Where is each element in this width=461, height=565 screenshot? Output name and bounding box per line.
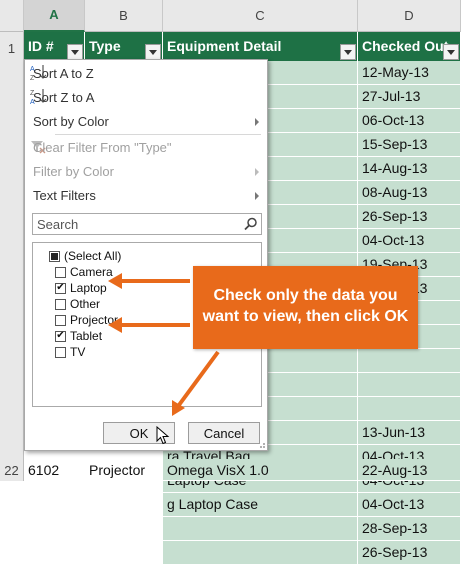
cell-text: 26-Sep-13	[362, 544, 428, 560]
cell-id[interactable]	[24, 517, 85, 541]
cell-detail[interactable]	[163, 517, 358, 541]
cell-text: 28-Sep-13	[362, 520, 428, 536]
annotation-arrows	[108, 273, 220, 416]
cell-id[interactable]	[24, 493, 85, 517]
arrow-to-ok	[177, 350, 220, 407]
cell-type[interactable]	[85, 541, 163, 565]
cell-text: g Laptop Case	[167, 496, 259, 512]
callout-line: want to view, then click OK	[202, 308, 409, 325]
cell-text: 04-Oct-13	[362, 496, 425, 512]
cell-id[interactable]	[24, 541, 85, 565]
cell-type[interactable]	[85, 493, 163, 517]
callout-line: Check only the data you	[213, 287, 398, 304]
cell-checked-out[interactable]: 28-Sep-13	[358, 517, 461, 541]
cell-type[interactable]	[85, 517, 163, 541]
cell-detail[interactable]	[163, 541, 358, 565]
arrow-to-tablet-head	[108, 317, 122, 333]
arrow-to-laptop-head	[108, 273, 122, 289]
cell-checked-out[interactable]: 26-Sep-13	[358, 541, 461, 565]
instruction-callout: Check only the data you want to view, th…	[193, 266, 418, 349]
cell-checked-out[interactable]: 04-Oct-13	[358, 493, 461, 517]
cell-detail[interactable]: g Laptop Case	[163, 493, 358, 517]
